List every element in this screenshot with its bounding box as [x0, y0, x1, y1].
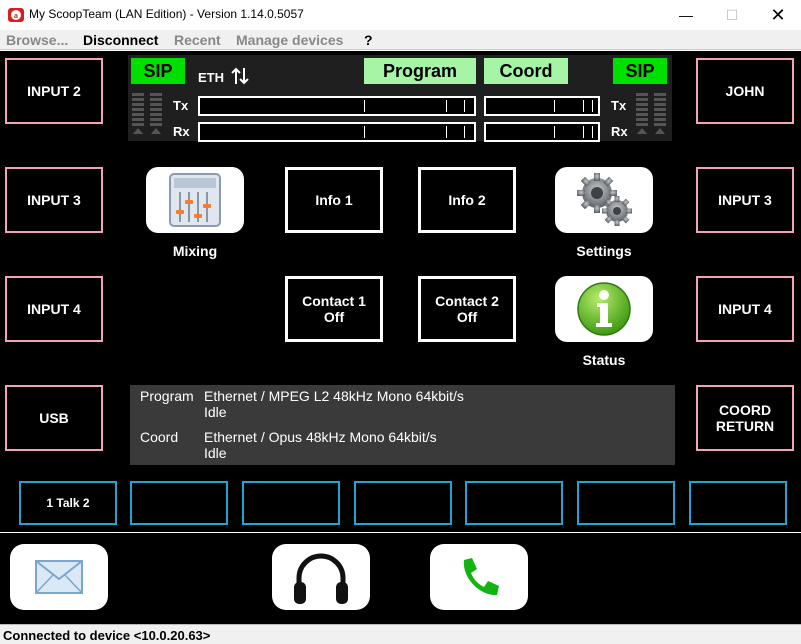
info-1-button[interactable]: Info 1: [285, 167, 383, 233]
vu-meter-left-b: [150, 93, 162, 134]
status-bar: Connected to device <10.0.20.63>: [0, 624, 801, 644]
program-codec: Ethernet / MPEG L2 48kHz Mono 64kbit/s: [204, 388, 464, 404]
rx-label-right: Rx: [611, 124, 628, 139]
vu-meter-right-a: [636, 93, 648, 134]
maximize-button[interactable]: ☐: [709, 0, 755, 30]
coord-badge: Coord: [484, 58, 568, 84]
rx-label-left: Rx: [173, 124, 190, 139]
coord-tx-meter: [484, 96, 600, 116]
menu-disconnect[interactable]: Disconnect: [83, 32, 158, 48]
talk-button-3[interactable]: [242, 481, 340, 525]
mixing-button[interactable]: [146, 167, 244, 233]
menu-manage-devices[interactable]: Manage devices: [236, 32, 343, 48]
talk-button-1[interactable]: 1 Talk 2: [19, 481, 117, 525]
contact-2-state: Off: [456, 309, 478, 325]
mixing-label: Mixing: [172, 243, 218, 259]
contact-2-button[interactable]: Contact 2 Off: [418, 276, 516, 342]
close-button[interactable]: ✕: [755, 0, 801, 30]
coord-rx-meter: [484, 122, 600, 142]
tx-label-right: Tx: [611, 98, 627, 113]
menu-recent[interactable]: Recent: [174, 32, 221, 48]
program-rx-meter: [198, 122, 476, 142]
coord-codec: Ethernet / Opus 48kHz Mono 64kbit/s: [204, 429, 437, 445]
talk-button-4[interactable]: [354, 481, 452, 525]
info-2-label: Info 2: [448, 192, 486, 208]
left-input-3-button[interactable]: INPUT 4: [5, 276, 103, 342]
vu-meter-left-a: [132, 93, 144, 134]
talk-button-7[interactable]: [689, 481, 787, 525]
svg-text:a: a: [14, 13, 18, 20]
program-status-label: Program: [140, 388, 194, 404]
coord-return-button[interactable]: COORD RETURN: [696, 385, 794, 451]
left-input-2-button[interactable]: INPUT 3: [5, 167, 103, 233]
sip-right-badge: SIP: [613, 58, 667, 84]
main-panel: INPUT 2 INPUT 3 INPUT 4 USB JOHN INPUT 3…: [0, 51, 801, 624]
status-label: Status: [582, 352, 626, 368]
coord-state: Idle: [204, 445, 227, 461]
left-input-1-button[interactable]: INPUT 2: [5, 58, 103, 124]
meter-panel: SIP SIP ETH Program Coord Tx Rx Tx Rx: [128, 55, 672, 142]
sip-left-badge: SIP: [131, 58, 185, 84]
talk-button-6[interactable]: [577, 481, 675, 525]
program-tx-meter: [198, 96, 476, 116]
contact-2-title: Contact 2: [435, 293, 499, 309]
left-input-4-button[interactable]: USB: [5, 385, 103, 451]
gears-icon: [577, 173, 632, 226]
tx-label-left: Tx: [173, 98, 189, 113]
status-button[interactable]: [555, 276, 653, 342]
aeq-logo-icon: a: [8, 8, 24, 22]
settings-button[interactable]: [555, 167, 653, 233]
contact-1-state: Off: [323, 309, 345, 325]
program-state: Idle: [204, 404, 227, 420]
call-button[interactable]: [430, 544, 528, 610]
contact-1-title: Contact 1: [302, 293, 366, 309]
connection-status-text: Connected to device <10.0.20.63>: [3, 628, 211, 643]
right-input-3-button[interactable]: INPUT 4: [696, 276, 794, 342]
info-1-label: Info 1: [315, 192, 353, 208]
menu-help[interactable]: ?: [364, 32, 373, 48]
envelope-icon: [35, 560, 83, 594]
info-icon: [577, 282, 631, 336]
program-badge: Program: [364, 58, 476, 84]
info-2-button[interactable]: Info 2: [418, 167, 516, 233]
window-title: My ScoopTeam (LAN Edition) - Version 1.1…: [29, 7, 304, 21]
menu-bar: Browse... Disconnect Recent Manage devic…: [0, 30, 801, 50]
talk-button-5[interactable]: [465, 481, 563, 525]
divider: [0, 532, 801, 533]
vu-meter-right-b: [654, 93, 666, 134]
up-down-arrows-icon: [231, 67, 249, 85]
mixer-icon: [169, 173, 221, 227]
right-input-2-button[interactable]: INPUT 3: [696, 167, 794, 233]
headphones-icon: [294, 553, 348, 604]
coord-status-label: Coord: [140, 429, 179, 445]
menu-browse[interactable]: Browse...: [6, 32, 68, 48]
minimize-button[interactable]: —: [663, 0, 709, 30]
headphones-button[interactable]: [272, 544, 370, 610]
messages-button[interactable]: [10, 544, 108, 610]
settings-label: Settings: [576, 243, 632, 259]
connection-status-panel: Program Ethernet / MPEG L2 48kHz Mono 64…: [130, 385, 675, 465]
contact-1-button[interactable]: Contact 1 Off: [285, 276, 383, 342]
right-input-1-button[interactable]: JOHN: [696, 58, 794, 124]
eth-label: ETH: [198, 70, 224, 85]
phone-icon: [463, 558, 499, 596]
title-bar: a My ScoopTeam (LAN Edition) - Version 1…: [0, 0, 801, 30]
talk-button-2[interactable]: [130, 481, 228, 525]
